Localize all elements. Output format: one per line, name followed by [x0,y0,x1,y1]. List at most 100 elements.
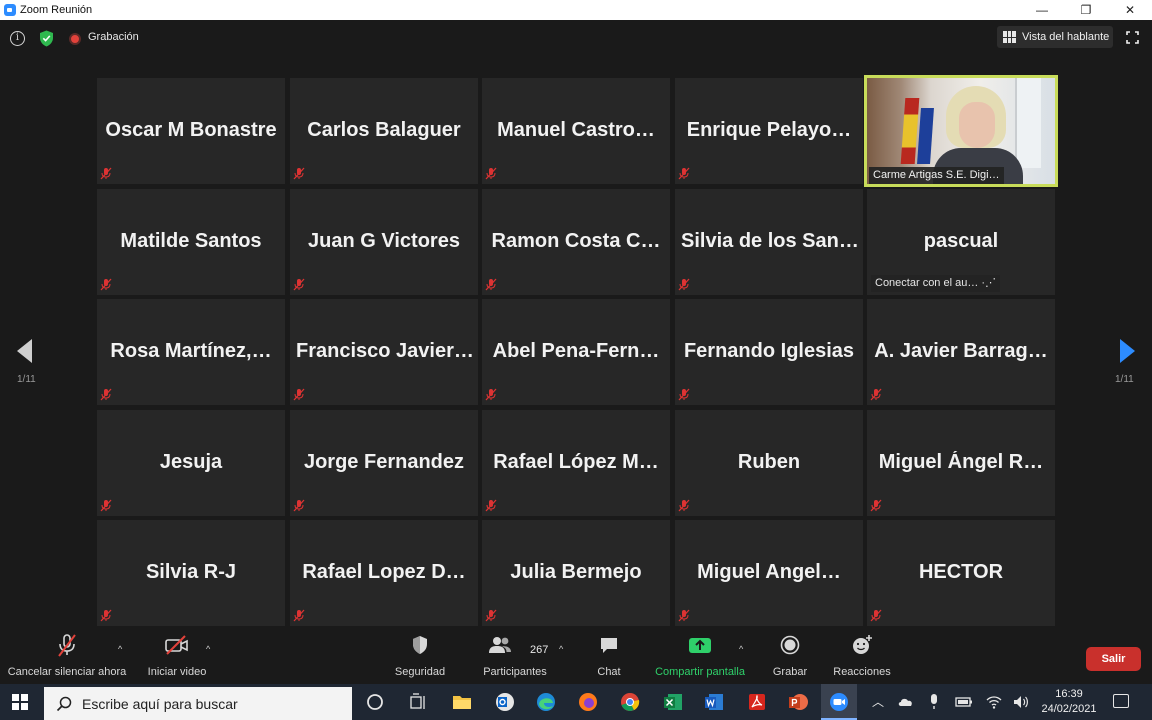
volume-icon[interactable] [1013,694,1029,710]
window-controls: — ❐ ✕ [1020,0,1152,20]
wifi-icon[interactable] [986,694,1002,710]
participant-tile[interactable]: Oscar M Bonastre [97,78,285,184]
system-clock[interactable]: 16:39 24/02/2021 [1040,687,1098,717]
participant-tile[interactable]: Rafael López M… [482,410,670,516]
cortana-icon[interactable] [364,691,386,713]
muted-mic-icon [678,609,690,622]
muted-mic-icon [293,609,305,622]
participant-tile[interactable]: Matilde Santos [97,189,285,295]
file-explorer-icon[interactable] [451,691,473,713]
taskbar-search-box[interactable]: Escribe aquí para buscar [44,687,352,720]
muted-mic-icon [100,499,112,512]
participant-name: Miguel Ángel R… [878,451,1044,473]
windows-start-icon[interactable] [12,694,28,710]
share-options-caret-icon[interactable]: ^ [739,644,743,654]
participant-tile[interactable]: pascual Conectar con el au… ·⋰ [867,189,1055,295]
participant-tile[interactable]: Rafael Lopez D… [290,520,478,626]
close-button[interactable]: ✕ [1108,0,1152,20]
participant-tile[interactable]: HECTOR [867,520,1055,626]
edge-browser-icon[interactable] [535,691,557,713]
reactions-button[interactable]: Reacciones [833,632,891,684]
video-options-caret-icon[interactable]: ^ [206,644,210,654]
unmute-button[interactable]: Cancelar silenciar ahora [8,632,126,684]
start-video-label: Iniciar video [147,666,207,678]
audio-options-caret-icon[interactable]: ^ [118,644,122,654]
battery-icon[interactable] [955,695,973,709]
participant-tile[interactable]: Rosa Martínez,… [97,299,285,405]
participants-icon [488,632,512,658]
participants-caret-icon[interactable]: ^ [559,644,563,654]
minimize-button[interactable]: — [1020,0,1064,20]
participant-tile[interactable]: Ruben [675,410,863,516]
participant-tile[interactable]: Fernando Iglesias [675,299,863,405]
title-bar: Zoom Reunión — ❐ ✕ [0,0,1152,20]
chat-button[interactable]: Chat [591,632,627,684]
participant-tile[interactable]: Manuel Castro… [482,78,670,184]
muted-mic-icon [678,499,690,512]
muted-mic-icon [293,388,305,401]
participant-tile[interactable]: Miguel Angel… [675,520,863,626]
active-speaker-video-tile[interactable]: Carme Artigas S.E. Digi… [864,75,1058,187]
participant-tile[interactable]: Ramon Costa C… [482,189,670,295]
task-view-icon[interactable] [407,691,429,713]
muted-mic-icon [485,499,497,512]
participant-tile[interactable]: Enrique Pelayo… [675,78,863,184]
meeting-top-bar: i Grabación Vista del hablante [0,20,1152,56]
participant-tile[interactable]: Juan G Victores [290,189,478,295]
microphone-in-use-icon[interactable] [927,693,941,711]
muted-microphone-icon [57,632,77,658]
participant-tile[interactable]: Abel Pena-Fern… [482,299,670,405]
participant-tile[interactable]: Silvia de los San… [675,189,863,295]
speaker-view-label: Vista del hablante [1022,31,1110,43]
previous-page-arrow-icon[interactable] [17,339,32,363]
firefox-icon[interactable] [577,691,599,713]
search-icon [56,696,72,711]
muted-mic-icon [293,167,305,180]
participant-tile[interactable]: Francisco Javier… [290,299,478,405]
show-hidden-icons-chevron-icon[interactable]: ︿ [872,693,884,710]
security-button[interactable]: Seguridad [393,632,447,684]
start-video-button[interactable]: Iniciar video [146,632,208,684]
muted-mic-icon [100,609,112,622]
participant-tile[interactable]: A. Javier Barrag… [867,299,1055,405]
zoom-app-icon [4,4,16,16]
info-icon[interactable]: i [10,31,25,46]
connect-audio-hint: Conectar con el au… ·⋰ [871,275,1001,292]
speaker-view-button[interactable]: Vista del hablante [997,26,1113,48]
muted-mic-icon [485,278,497,291]
muted-mic-icon [870,388,882,401]
page-indicator-left: 1/11 [17,374,36,385]
zoom-icon [830,693,848,711]
chrome-icon[interactable] [619,691,641,713]
participant-name: pascual [923,230,999,252]
word-icon[interactable] [703,691,725,713]
leave-meeting-button[interactable]: Salir [1086,647,1141,671]
participant-tile[interactable]: Miguel Ángel R… [867,410,1055,516]
participant-tile[interactable]: Silvia R-J [97,520,285,626]
participant-tile[interactable]: Jorge Fernandez [290,410,478,516]
participant-name: Julia Bermejo [510,561,642,583]
participant-tile[interactable]: Julia Bermejo [482,520,670,626]
maximize-button[interactable]: ❐ [1064,0,1108,20]
zoom-taskbar-button[interactable] [821,684,857,720]
participant-name: Ruben [737,451,801,473]
outlook-icon[interactable] [494,691,516,713]
record-button[interactable]: Grabar [771,632,809,684]
share-screen-icon [688,632,712,658]
spain-flag-icon [900,98,920,164]
participant-tile[interactable]: Carlos Balaguer [290,78,478,184]
participant-name: Jorge Fernandez [303,451,465,473]
excel-icon[interactable] [662,691,684,713]
powerpoint-icon[interactable] [787,691,809,713]
acrobat-icon[interactable] [746,691,768,713]
action-center-icon[interactable] [1113,694,1129,708]
fullscreen-icon[interactable] [1126,31,1139,44]
encryption-shield-icon[interactable] [39,30,54,47]
next-page-arrow-icon[interactable] [1120,339,1135,363]
onedrive-cloud-icon[interactable] [897,693,915,711]
participants-button[interactable]: Participantes [482,632,548,684]
participant-tile[interactable]: Jesuja [97,410,285,516]
participant-name: Matilde Santos [120,230,262,252]
share-screen-button[interactable]: Compartir pantalla [652,632,748,684]
participant-name: Manuel Castro… [497,119,655,141]
